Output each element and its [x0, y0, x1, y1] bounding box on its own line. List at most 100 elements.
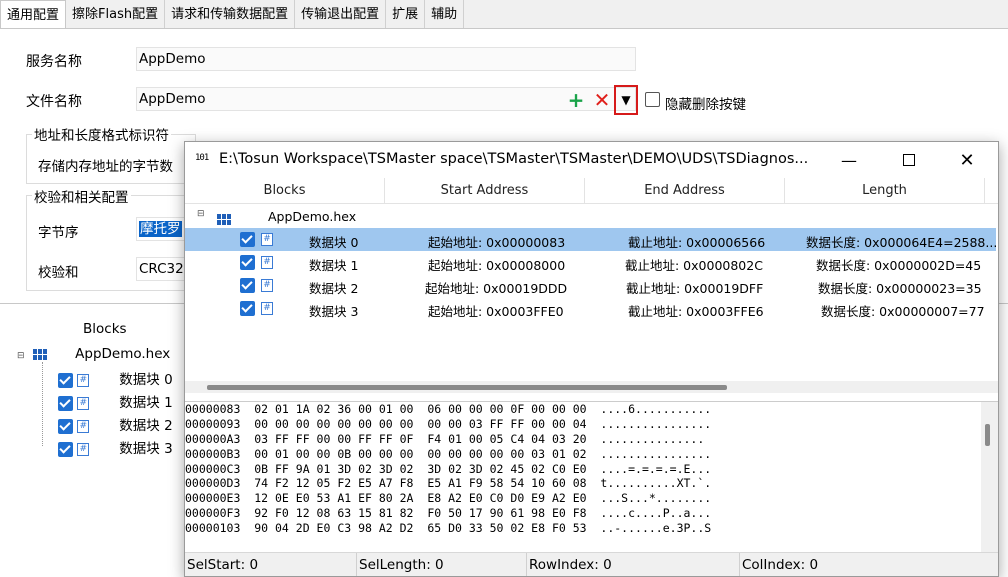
close-button[interactable]: ✕: [943, 142, 991, 178]
tab-auxiliary[interactable]: 辅助: [425, 0, 465, 28]
block-name: 数据块 3: [309, 304, 359, 319]
tree-item[interactable]: # 数据块 1: [58, 391, 173, 411]
tab-general-config[interactable]: 通用配置: [0, 0, 67, 28]
tree-item-label: 数据块 3: [119, 441, 173, 457]
minimize-icon: —: [841, 150, 857, 170]
byte-order-label: 字节序: [38, 225, 79, 241]
maximize-button[interactable]: [885, 142, 933, 178]
hex-view[interactable]: 00000083 02 01 1A 02 36 00 01 00 06 00 0…: [185, 402, 980, 550]
tab-bar: 通用配置 擦除Flash配置 请求和传输数据配置 传输退出配置 扩展 辅助: [0, 0, 465, 28]
checkbox-checked[interactable]: [240, 277, 255, 293]
minimize-button[interactable]: —: [825, 142, 873, 178]
blocks-header: Blocks: [83, 321, 127, 337]
dropdown-button[interactable]: ▼: [614, 85, 638, 115]
checkbox-checked[interactable]: [240, 231, 255, 247]
block-icon: #: [261, 231, 273, 246]
hex-file-icon: [217, 211, 231, 226]
dialog-titlebar[interactable]: 101 E:\Tosun Workspace\TSMaster space\TS…: [185, 142, 998, 178]
block-end-address: 截止地址: 0x00019DFF: [626, 281, 764, 296]
scrollbar-thumb[interactable]: [207, 385, 727, 390]
block-length: 数据长度: 0x00000007=77: [821, 304, 985, 319]
service-name-input[interactable]: AppDemo: [136, 47, 636, 71]
block-start-address: 起始地址: 0x0003FFE0: [428, 304, 564, 319]
hex-line[interactable]: 00000093 00 00 00 00 00 00 00 00 00 00 0…: [185, 417, 980, 432]
tree-item-label: 数据块 2: [119, 418, 173, 434]
col-index: ColIndex: 0: [742, 557, 819, 573]
block-row[interactable]: # 数据块 2 起始地址: 0x00019DDD 截止地址: 0x00019DF…: [185, 274, 996, 297]
vertical-scrollbar[interactable]: [981, 402, 998, 554]
block-row[interactable]: # 数据块 1 起始地址: 0x00008000 截止地址: 0x0000802…: [185, 251, 996, 274]
block-icon: #: [77, 396, 90, 410]
tree-root-row[interactable]: ⊟ AppDemo.hex: [185, 205, 996, 228]
maximize-icon: [903, 154, 915, 166]
triangle-down-icon: ▼: [621, 93, 631, 107]
hex-line[interactable]: 000000B3 00 01 00 00 0B 00 00 00 00 00 0…: [185, 447, 980, 462]
checkbox-checked[interactable]: [58, 441, 73, 457]
collapse-icon[interactable]: ⊟: [17, 351, 25, 361]
block-name: 数据块 1: [309, 258, 359, 273]
block-row[interactable]: # 数据块 0 起始地址: 0x00000083 截止地址: 0x0000656…: [185, 228, 998, 251]
checkbox-checked[interactable]: [58, 372, 73, 388]
collapse-icon[interactable]: ⊟: [197, 209, 205, 219]
plus-icon: +: [567, 88, 585, 112]
tab-request-transfer-config[interactable]: 请求和传输数据配置: [165, 0, 296, 28]
tree-item[interactable]: # 数据块 3: [58, 437, 173, 457]
checkbox-checked[interactable]: [240, 254, 255, 270]
add-file-button[interactable]: +: [565, 88, 587, 112]
hex-line[interactable]: 00000083 02 01 1A 02 36 00 01 00 06 00 0…: [185, 402, 980, 417]
hex-line[interactable]: 000000C3 0B FF 9A 01 3D 02 3D 02 3D 02 3…: [185, 462, 980, 477]
block-icon: #: [77, 442, 90, 456]
hide-delete-checkbox[interactable]: [645, 92, 660, 107]
checkbox-checked[interactable]: [240, 300, 255, 316]
checkbox-checked[interactable]: [58, 395, 73, 411]
checksum-group-title: 校验和相关配置: [32, 186, 131, 206]
block-length: 数据长度: 0x000064E4=258​8...: [806, 235, 998, 250]
tree-root-label: AppDemo.hex: [75, 346, 171, 362]
tree-item[interactable]: # 数据块 0: [58, 368, 173, 388]
tree-item[interactable]: # 数据块 2: [58, 414, 173, 434]
block-icon: #: [77, 419, 90, 433]
remove-file-button[interactable]: ✕: [591, 88, 613, 112]
column-end-address[interactable]: End Address: [585, 178, 785, 203]
column-headers: Blocks Start Address End Address Length: [185, 178, 998, 204]
hex-line[interactable]: 000000E3 12 0E E0 53 A1 EF 80 2A E8 A2 E…: [185, 491, 980, 506]
column-length[interactable]: Length: [785, 178, 985, 203]
dialog-title: E:\Tosun Workspace\TSMaster space\TSMast…: [219, 151, 809, 167]
tab-extension[interactable]: 扩展: [386, 0, 426, 28]
column-start-address[interactable]: Start Address: [385, 178, 585, 203]
checkbox-checked[interactable]: [58, 418, 73, 434]
tab-transfer-exit-config[interactable]: 传输退出配置: [295, 0, 387, 28]
address-bytes-label: 存储内存地址的字节数: [38, 159, 173, 175]
tree-root-label: AppDemo.hex: [268, 209, 357, 224]
scrollbar-thumb[interactable]: [985, 424, 990, 446]
file-name-input[interactable]: AppDemo: [136, 87, 636, 111]
close-icon: ✕: [959, 149, 975, 171]
block-row[interactable]: # 数据块 3 起始地址: 0x0003FFE0 截止地址: 0x0003FFE…: [185, 297, 996, 320]
block-name: 数据块 0: [309, 235, 359, 250]
hex-line[interactable]: 000000D3 74 F2 12 05 F2 E5 A7 F8 E5 A1 F…: [185, 476, 980, 491]
hex-viewer-dialog: 101 E:\Tosun Workspace\TSMaster space\TS…: [184, 141, 999, 577]
hex-file-icon: [32, 348, 47, 360]
binary-file-icon: 101: [195, 153, 209, 163]
hex-line[interactable]: 000000A3 03 FF FF 00 00 FF FF 0F F4 01 0…: [185, 432, 980, 447]
hex-line[interactable]: 000000F3 92 F0 12 08 63 15 81 82 F0 50 1…: [185, 506, 980, 521]
column-blocks[interactable]: Blocks: [185, 178, 385, 203]
tree-root[interactable]: ⊟ AppDemo.hex: [17, 346, 170, 362]
sel-length: SelLength: 0: [357, 553, 527, 576]
tree-connector: [42, 362, 43, 446]
address-format-title: 地址和长度格式标识符: [32, 124, 171, 144]
splitter[interactable]: [185, 394, 998, 402]
block-end-address: 截止地址: 0x00006566: [628, 235, 766, 250]
tab-erase-flash-config[interactable]: 擦除Flash配置: [66, 0, 166, 28]
hex-line[interactable]: 00000103 90 04 2D E0 C3 98 A2 D2 65 D0 3…: [185, 521, 980, 536]
sel-start: SelStart: 0: [185, 553, 357, 576]
block-name: 数据块 2: [309, 281, 359, 296]
block-end-address: 截止地址: 0x0003FFE6: [628, 304, 764, 319]
block-start-address: 起始地址: 0x00000083: [428, 235, 566, 250]
file-name-label: 文件名称: [26, 94, 82, 110]
tree-item-label: 数据块 1: [119, 395, 173, 411]
block-icon: #: [261, 277, 273, 292]
x-icon: ✕: [593, 88, 611, 112]
horizontal-scrollbar[interactable]: [185, 381, 998, 393]
tree-item-label: 数据块 0: [119, 372, 173, 388]
